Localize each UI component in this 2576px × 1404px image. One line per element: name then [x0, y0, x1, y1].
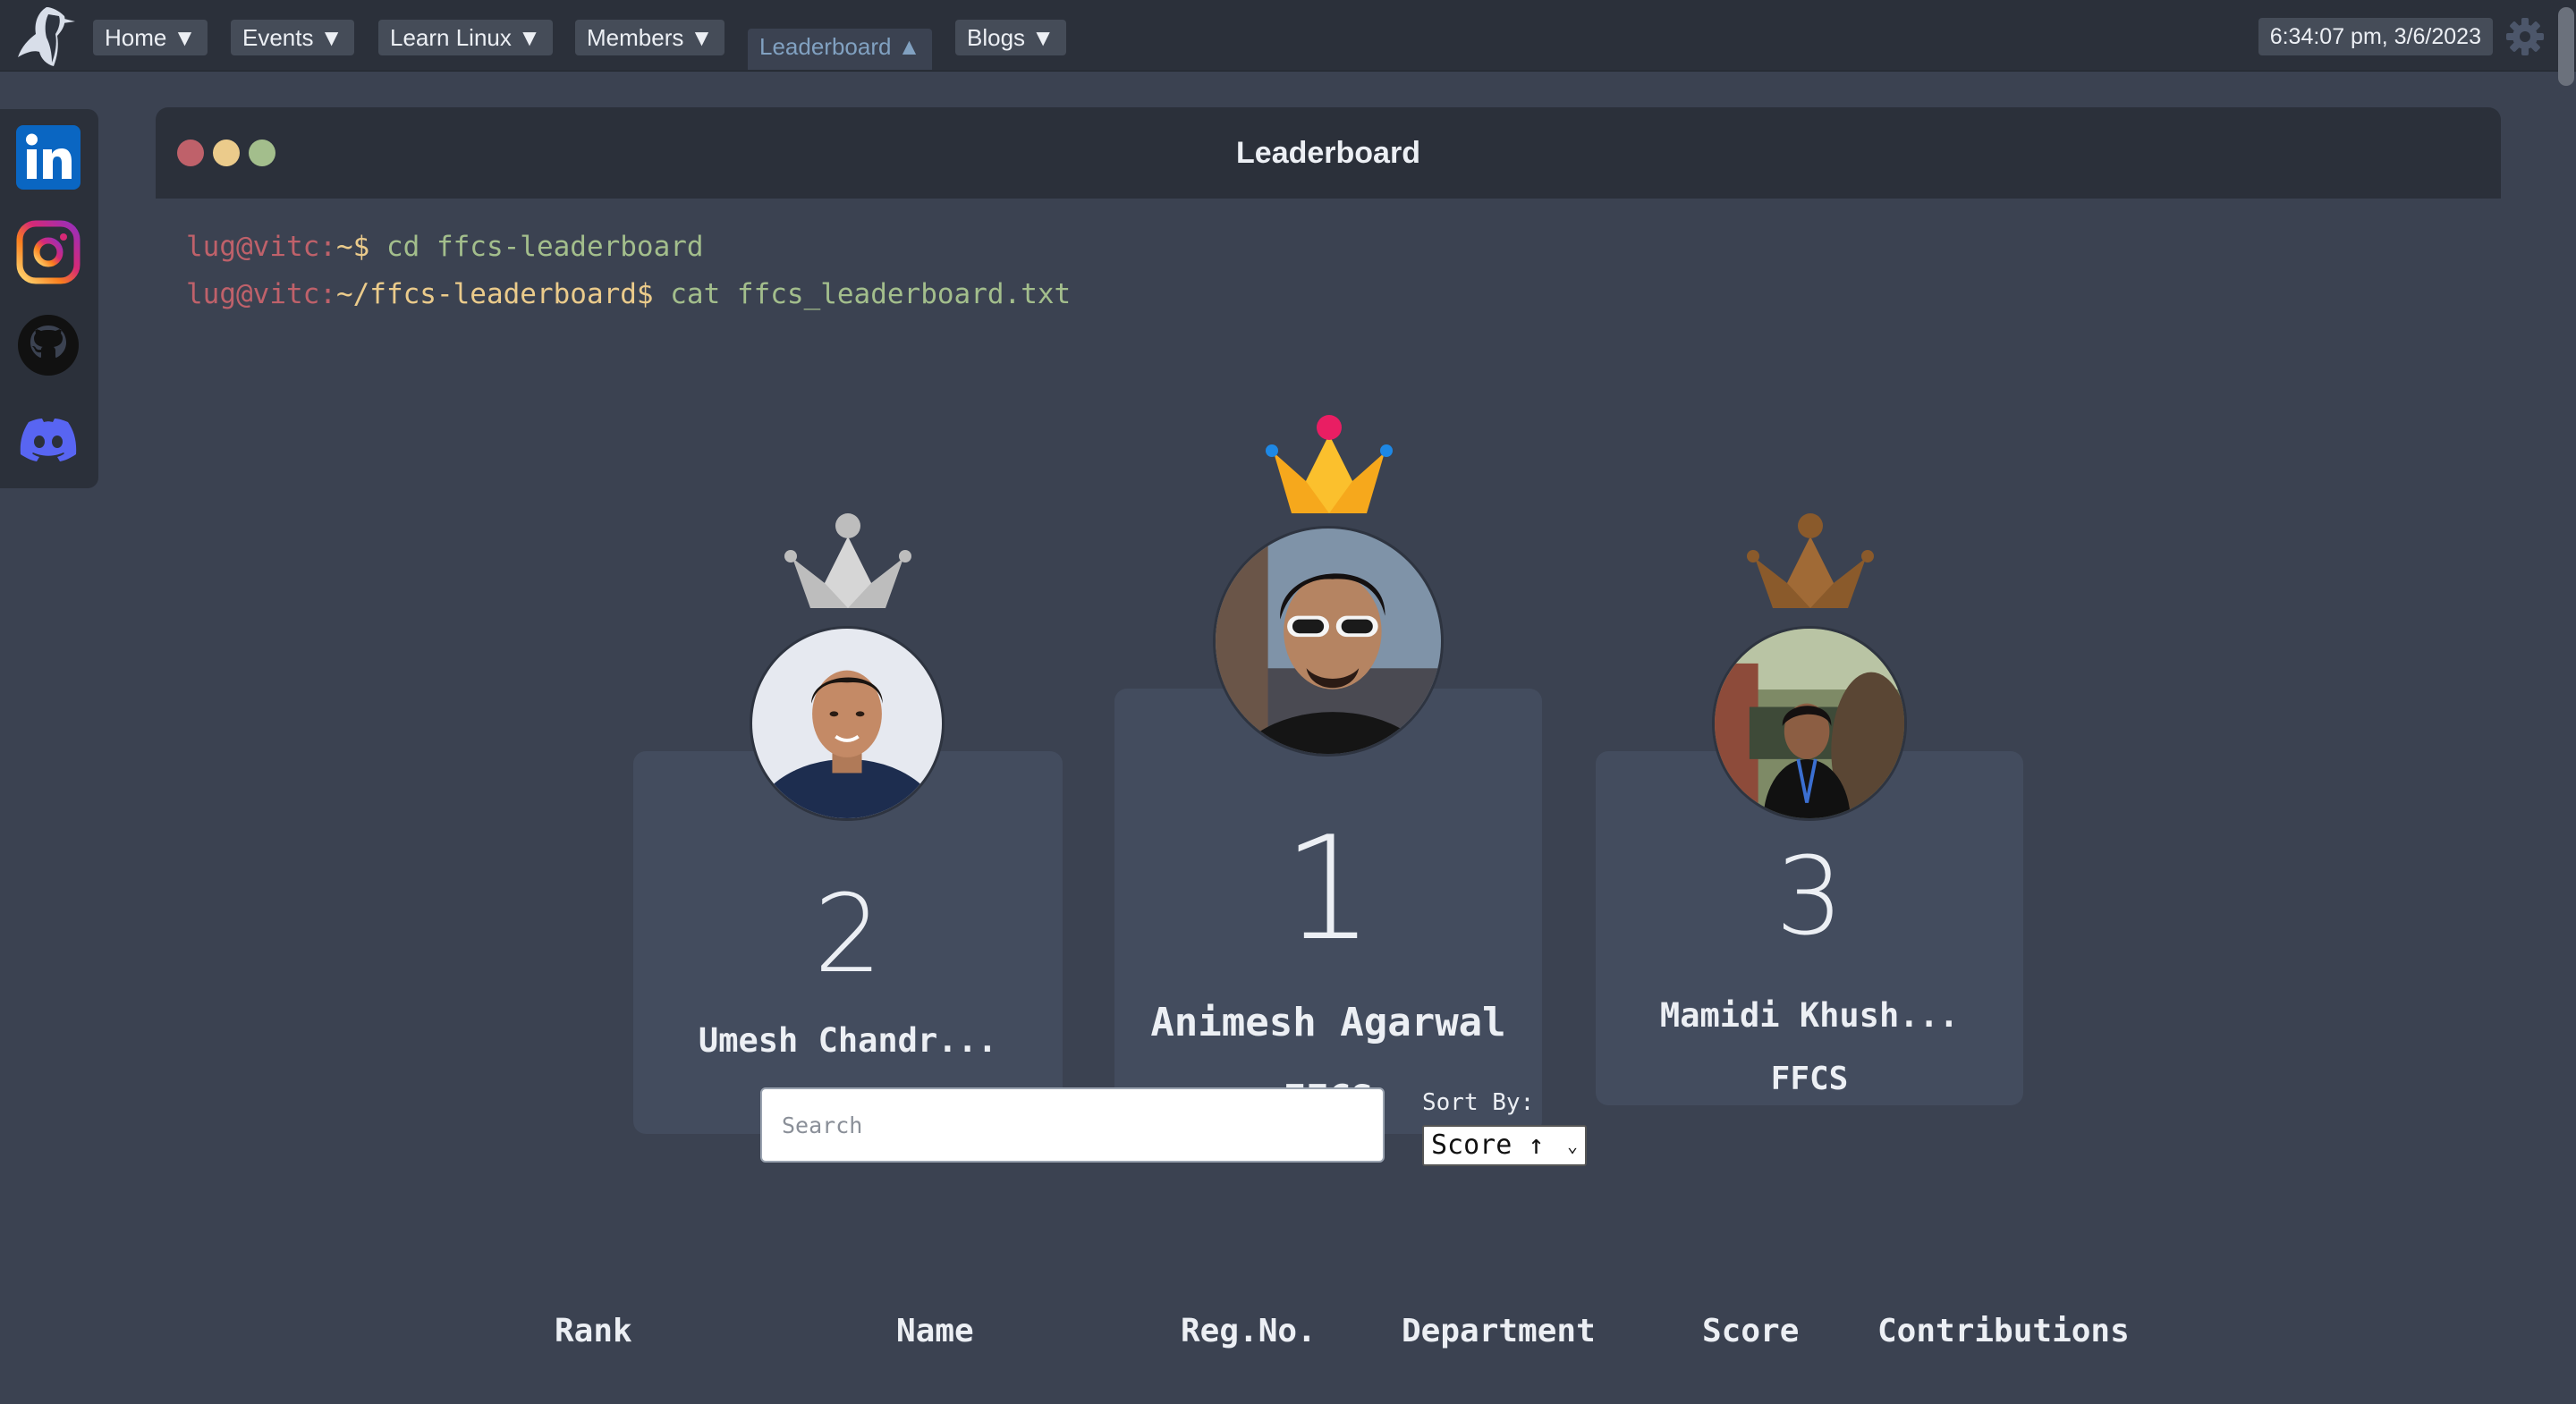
github-icon[interactable]: [16, 313, 80, 377]
prompt-path: ~/ffcs-leaderboard$: [335, 278, 654, 310]
gold-crown-icon: [1266, 415, 1393, 513]
linkedin-icon[interactable]: [16, 125, 80, 190]
prompt-path: ~$: [335, 231, 370, 263]
clock-display: 6:34:07 pm, 3/6/2023: [2258, 18, 2493, 55]
silver-crown-icon: [784, 513, 911, 608]
bronze-crown-icon: [1747, 513, 1874, 608]
avatar-second: [750, 626, 945, 821]
name-first: Animesh Agarwal: [1150, 1000, 1506, 1045]
avatar-first: [1213, 526, 1444, 757]
gear-icon[interactable]: [2504, 16, 2546, 57]
nav-learn-linux[interactable]: Learn Linux ▼: [378, 20, 553, 55]
prompt-command: cd ffcs-leaderboard: [369, 231, 704, 263]
window-titlebar: Leaderboard: [156, 107, 2501, 199]
nav-blogs[interactable]: Blogs ▼: [955, 20, 1066, 55]
nav-events[interactable]: Events ▼: [231, 20, 355, 55]
table-header-contributions[interactable]: Contributions: [1877, 1313, 2130, 1349]
table-header-score[interactable]: Score: [1702, 1313, 1799, 1349]
nav-leaderboard[interactable]: Leaderboard ▲: [748, 29, 933, 70]
sort-select[interactable]: Score ↑ ⌄: [1422, 1125, 1587, 1166]
name-third: Mamidi Khush...: [1659, 996, 1960, 1035]
rank-number-third: 3: [1775, 835, 1844, 960]
top-navbar: Home ▼ Events ▼ Learn Linux ▼ Members ▼ …: [0, 0, 2576, 86]
scrollbar-thumb[interactable]: [2558, 7, 2574, 86]
nav-home[interactable]: Home ▼: [93, 20, 208, 55]
rank-number-second: 2: [813, 873, 883, 997]
dept-third: FFCS: [1770, 1061, 1849, 1097]
window-title: Leaderboard: [1236, 136, 1420, 170]
name-second: Umesh Chandr...: [698, 1021, 998, 1060]
terminal-line-1: lug@vitc:~$ cd ffcs-leaderboard: [186, 231, 704, 263]
sort-label: Sort By:: [1422, 1089, 1535, 1116]
prompt-command: cat ffcs_leaderboard.txt: [653, 278, 1072, 310]
instagram-icon[interactable]: [16, 220, 80, 284]
avatar-third: [1712, 626, 1907, 821]
discord-icon[interactable]: [16, 408, 80, 472]
sort-selected-value: Score ↑: [1431, 1129, 1545, 1161]
penguin-logo-icon[interactable]: [11, 4, 84, 68]
terminal-line-2: lug@vitc:~/ffcs-leaderboard$ cat ffcs_le…: [186, 278, 1071, 310]
prompt-user: lug@vitc:: [186, 278, 336, 310]
nav-members[interactable]: Members ▼: [575, 20, 725, 55]
chevron-down-icon: ⌄: [1566, 1135, 1578, 1156]
table-header-regno[interactable]: Reg.No.: [1181, 1313, 1317, 1349]
search-input[interactable]: [760, 1087, 1385, 1163]
rank-number-first: 1: [1283, 805, 1374, 972]
table-header-name[interactable]: Name: [896, 1313, 974, 1349]
prompt-user: lug@vitc:: [186, 231, 336, 263]
table-header-department[interactable]: Department: [1402, 1313, 1596, 1349]
table-header-rank[interactable]: Rank: [555, 1313, 632, 1349]
social-sidebar: [0, 109, 98, 488]
